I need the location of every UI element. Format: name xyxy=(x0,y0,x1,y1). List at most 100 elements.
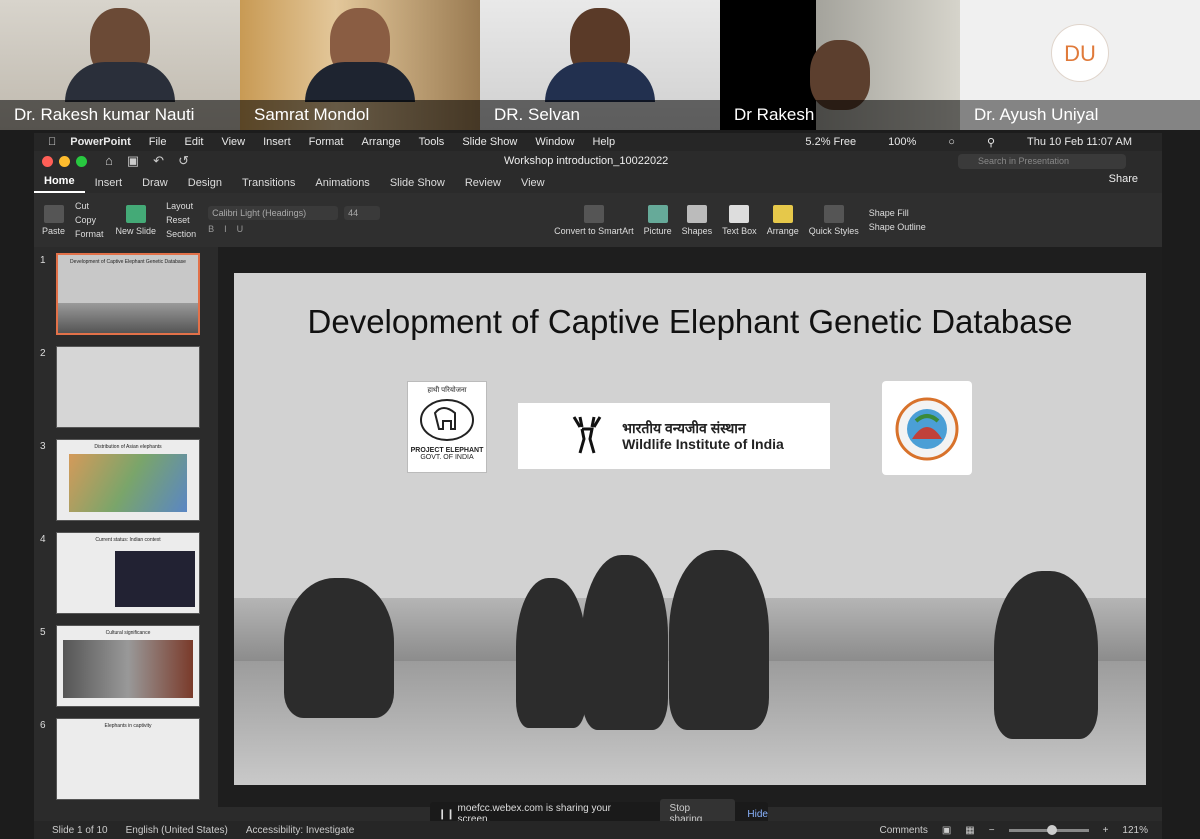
hide-button[interactable]: Hide xyxy=(747,809,768,820)
menu-file[interactable]: File xyxy=(149,136,167,148)
storage-status[interactable]: 5.2% Free xyxy=(805,136,856,149)
slide-canvas: Development of Captive Elephant Genetic … xyxy=(218,247,1162,807)
redo-icon[interactable]: ↺ xyxy=(178,153,189,169)
menu-edit[interactable]: Edit xyxy=(185,136,204,148)
minimize-window-icon[interactable] xyxy=(59,155,70,167)
tab-animations[interactable]: Animations xyxy=(305,177,379,193)
slide-thumbnail[interactable]: Elephants in captivity xyxy=(56,718,200,800)
apple-icon[interactable]:  xyxy=(48,136,56,148)
app-menu[interactable]: PowerPoint xyxy=(70,136,131,148)
menu-view[interactable]: View xyxy=(221,136,245,148)
accessibility-button[interactable]: Accessibility: Investigate xyxy=(246,825,354,836)
language-indicator[interactable]: English (United States) xyxy=(126,825,228,836)
status-bar: Slide 1 of 10 English (United States) Ac… xyxy=(34,821,1162,839)
convert-smartart-button[interactable]: Convert to SmartArt xyxy=(554,204,634,236)
menu-help[interactable]: Help xyxy=(592,136,615,148)
paste-button[interactable]: Paste xyxy=(42,204,65,236)
participant-tile[interactable]: DR. Selvan xyxy=(480,0,720,130)
home-icon[interactable]: ⌂ xyxy=(105,153,113,169)
picture-icon xyxy=(647,204,668,223)
tab-draw[interactable]: Draw xyxy=(132,177,178,193)
zoom-slider[interactable] xyxy=(1008,824,1089,835)
tab-transitions[interactable]: Transitions xyxy=(232,177,305,193)
comments-button[interactable]: Comments xyxy=(879,825,927,836)
participant-name: Dr Rakesh xyxy=(720,100,960,130)
moefcc-logo[interactable] xyxy=(882,381,972,475)
participant-name: DR. Selvan xyxy=(480,100,720,130)
shape-fill-button[interactable]: Shape Fill xyxy=(869,208,926,218)
participant-name: Samrat Mondol xyxy=(240,100,480,130)
text-box-icon xyxy=(729,204,750,223)
undo-icon[interactable]: ↶ xyxy=(153,153,164,169)
participant-tile[interactable]: Samrat Mondol xyxy=(240,0,480,130)
search-icon[interactable]: ⚲ xyxy=(987,136,995,149)
search-input[interactable]: Search in Presentation xyxy=(958,154,1126,169)
menu-arrange[interactable]: Arrange xyxy=(361,136,400,148)
elephant-silhouette xyxy=(284,578,394,718)
menu-insert[interactable]: Insert xyxy=(263,136,291,148)
arrange-button[interactable]: Arrange xyxy=(767,204,799,236)
cut-button[interactable]: Cut xyxy=(75,201,104,211)
underline-icon[interactable]: U xyxy=(237,224,244,234)
italic-icon[interactable]: I xyxy=(224,224,227,234)
slide-thumbnail[interactable]: Cultural significance xyxy=(56,625,200,707)
participant-name: Dr. Ayush Uniyal xyxy=(960,100,1200,130)
deer-icon xyxy=(572,416,602,454)
tab-review[interactable]: Review xyxy=(455,177,511,193)
participant-tile[interactable]: DU Dr. Ayush Uniyal xyxy=(960,0,1200,130)
quick-styles-button[interactable]: Quick Styles xyxy=(809,204,859,236)
zoom-out-icon[interactable]: − xyxy=(989,825,995,836)
elephant-icon xyxy=(420,399,474,441)
format-painter-button[interactable]: Format xyxy=(75,229,104,239)
section-button[interactable]: Section xyxy=(166,229,196,239)
smartart-icon xyxy=(583,204,604,223)
zoom-level[interactable]: 121% xyxy=(1122,825,1148,836)
zoom-in-icon[interactable]: + xyxy=(1103,825,1109,836)
document-title: Workshop introduction_10022022 xyxy=(504,155,669,167)
tab-home[interactable]: Home xyxy=(34,175,85,193)
tab-design[interactable]: Design xyxy=(178,177,232,193)
clock[interactable]: Thu 10 Feb 11:07 AM xyxy=(1027,136,1132,149)
tab-slideshow[interactable]: Slide Show xyxy=(380,177,455,193)
tab-view[interactable]: View xyxy=(511,177,555,193)
participant-tile[interactable]: Dr Rakesh xyxy=(720,0,960,130)
wildlife-institute-logo[interactable]: भारतीय वन्यजीव संस्थान Wildlife Institut… xyxy=(518,403,830,469)
close-window-icon[interactable] xyxy=(42,155,53,167)
share-button[interactable]: Share xyxy=(1099,173,1148,189)
slide-thumbnail[interactable]: Development of Captive Elephant Genetic … xyxy=(56,253,200,335)
participant-strip: Dr. Rakesh kumar Nauti Samrat Mondol DR.… xyxy=(0,0,1200,130)
slide-thumbnail[interactable] xyxy=(56,346,200,428)
sorter-view-icon[interactable]: ▦ xyxy=(965,825,974,836)
text-box-button[interactable]: Text Box xyxy=(722,204,757,236)
slide-thumbnail-pane: 1 Development of Captive Elephant Geneti… xyxy=(34,247,214,807)
avatar: DU xyxy=(1051,24,1109,82)
menu-tools[interactable]: Tools xyxy=(419,136,445,148)
zoom-window-icon[interactable] xyxy=(76,155,87,167)
font-size-select[interactable]: 44 xyxy=(344,206,381,220)
menu-window[interactable]: Window xyxy=(535,136,574,148)
font-name-select[interactable]: Calibri Light (Headings) xyxy=(208,206,339,220)
shapes-button[interactable]: Shapes xyxy=(682,204,712,236)
elephant-silhouette xyxy=(516,578,586,728)
reset-button[interactable]: Reset xyxy=(166,215,196,225)
shape-outline-button[interactable]: Shape Outline xyxy=(869,222,926,232)
wifi-icon[interactable]: ○ xyxy=(948,136,955,149)
participant-tile[interactable]: Dr. Rakesh kumar Nauti xyxy=(0,0,240,130)
slide-thumbnail[interactable]: Current status: Indian context xyxy=(56,532,200,614)
save-icon[interactable]: ▣ xyxy=(127,153,139,169)
title-bar: ⌂ ▣ ↶ ↺ Workshop introduction_10022022 S… xyxy=(34,151,1162,171)
slide-thumbnail[interactable]: Distribution of Asian elephants xyxy=(56,439,200,521)
menu-slideshow[interactable]: Slide Show xyxy=(462,136,517,148)
picture-button[interactable]: Picture xyxy=(644,204,672,236)
tab-insert[interactable]: Insert xyxy=(85,177,133,193)
new-slide-button[interactable]: New Slide xyxy=(116,204,156,236)
menu-format[interactable]: Format xyxy=(309,136,344,148)
project-elephant-logo[interactable]: हाथी परियोजना PROJECT ELEPHANT GOVT. OF … xyxy=(407,381,487,473)
slide[interactable]: Development of Captive Elephant Genetic … xyxy=(234,273,1146,785)
normal-view-icon[interactable]: ▣ xyxy=(942,825,951,836)
bold-icon[interactable]: B xyxy=(208,224,214,234)
slide-title[interactable]: Development of Captive Elephant Genetic … xyxy=(234,303,1146,341)
copy-button[interactable]: Copy xyxy=(75,215,104,225)
battery-status[interactable]: 100% xyxy=(888,136,916,149)
layout-button[interactable]: Layout xyxy=(166,201,196,211)
